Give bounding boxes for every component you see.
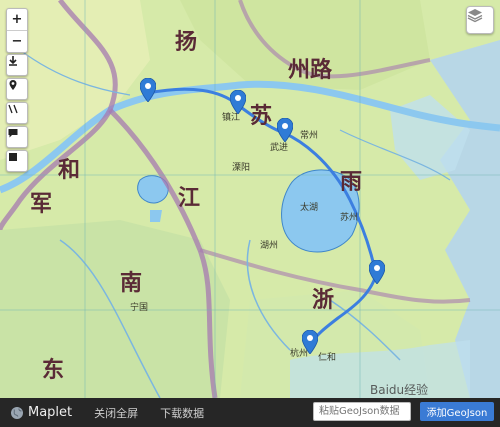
zoom-in-button[interactable]: +: [7, 9, 27, 31]
region-label: 雨: [340, 169, 363, 195]
globe-icon: [11, 406, 23, 419]
square-icon: [9, 153, 17, 161]
fullscreen-toggle-link[interactable]: 关闭全屏: [94, 405, 138, 421]
region-label: 东: [42, 357, 65, 383]
comment-icon: [8, 129, 18, 138]
region-label: 和: [58, 157, 81, 183]
map-marker-icon[interactable]: [140, 78, 156, 102]
layers-button[interactable]: [466, 6, 494, 34]
region-label: 军: [30, 191, 53, 217]
place-label: 常州: [300, 131, 319, 141]
region-label: 苏: [250, 103, 273, 129]
region-label: 江: [178, 185, 201, 211]
locate-icon: [9, 80, 17, 90]
place-label: 苏州: [340, 213, 359, 223]
place-label: 溧阳: [232, 163, 251, 173]
map-marker-icon[interactable]: [302, 330, 318, 354]
place-label: 湖州: [260, 241, 279, 251]
download-data-link[interactable]: 下载数据: [160, 405, 204, 421]
stop-button[interactable]: [6, 150, 28, 172]
watermark: Baidu经验: [370, 383, 429, 397]
place-label: 太湖: [300, 203, 319, 213]
layers-icon: [467, 9, 483, 23]
zoom-control: + −: [6, 8, 28, 53]
place-label: 仁和: [318, 353, 337, 363]
measure-button[interactable]: [6, 102, 28, 124]
add-geojson-button[interactable]: 添加GeoJson: [420, 402, 494, 421]
brand[interactable]: Maplet: [10, 405, 72, 420]
map-marker-icon[interactable]: [230, 90, 246, 114]
map-marker-icon[interactable]: [369, 260, 385, 284]
download-icon: [9, 56, 17, 66]
comment-button[interactable]: [6, 126, 28, 148]
map-base: [0, 0, 500, 398]
place-label: 宁国: [130, 303, 149, 313]
brand-name: Maplet: [28, 405, 73, 420]
region-label: 南: [120, 270, 143, 296]
download-button[interactable]: [6, 54, 28, 76]
region-label: 扬: [175, 29, 198, 55]
zoom-out-button[interactable]: −: [7, 31, 27, 52]
locate-button[interactable]: [6, 78, 28, 100]
map-view[interactable]: 州路 南 浙 江 东 雨 和 军 扬 苏 杭州 苏州 湖州 常州 镇江 太湖 仁…: [0, 0, 500, 398]
geojson-input[interactable]: [313, 402, 411, 421]
region-label: 浙: [312, 287, 335, 313]
region-label: 州路: [288, 57, 333, 83]
measure-icon: [8, 104, 18, 114]
map-marker-icon[interactable]: [277, 118, 293, 142]
